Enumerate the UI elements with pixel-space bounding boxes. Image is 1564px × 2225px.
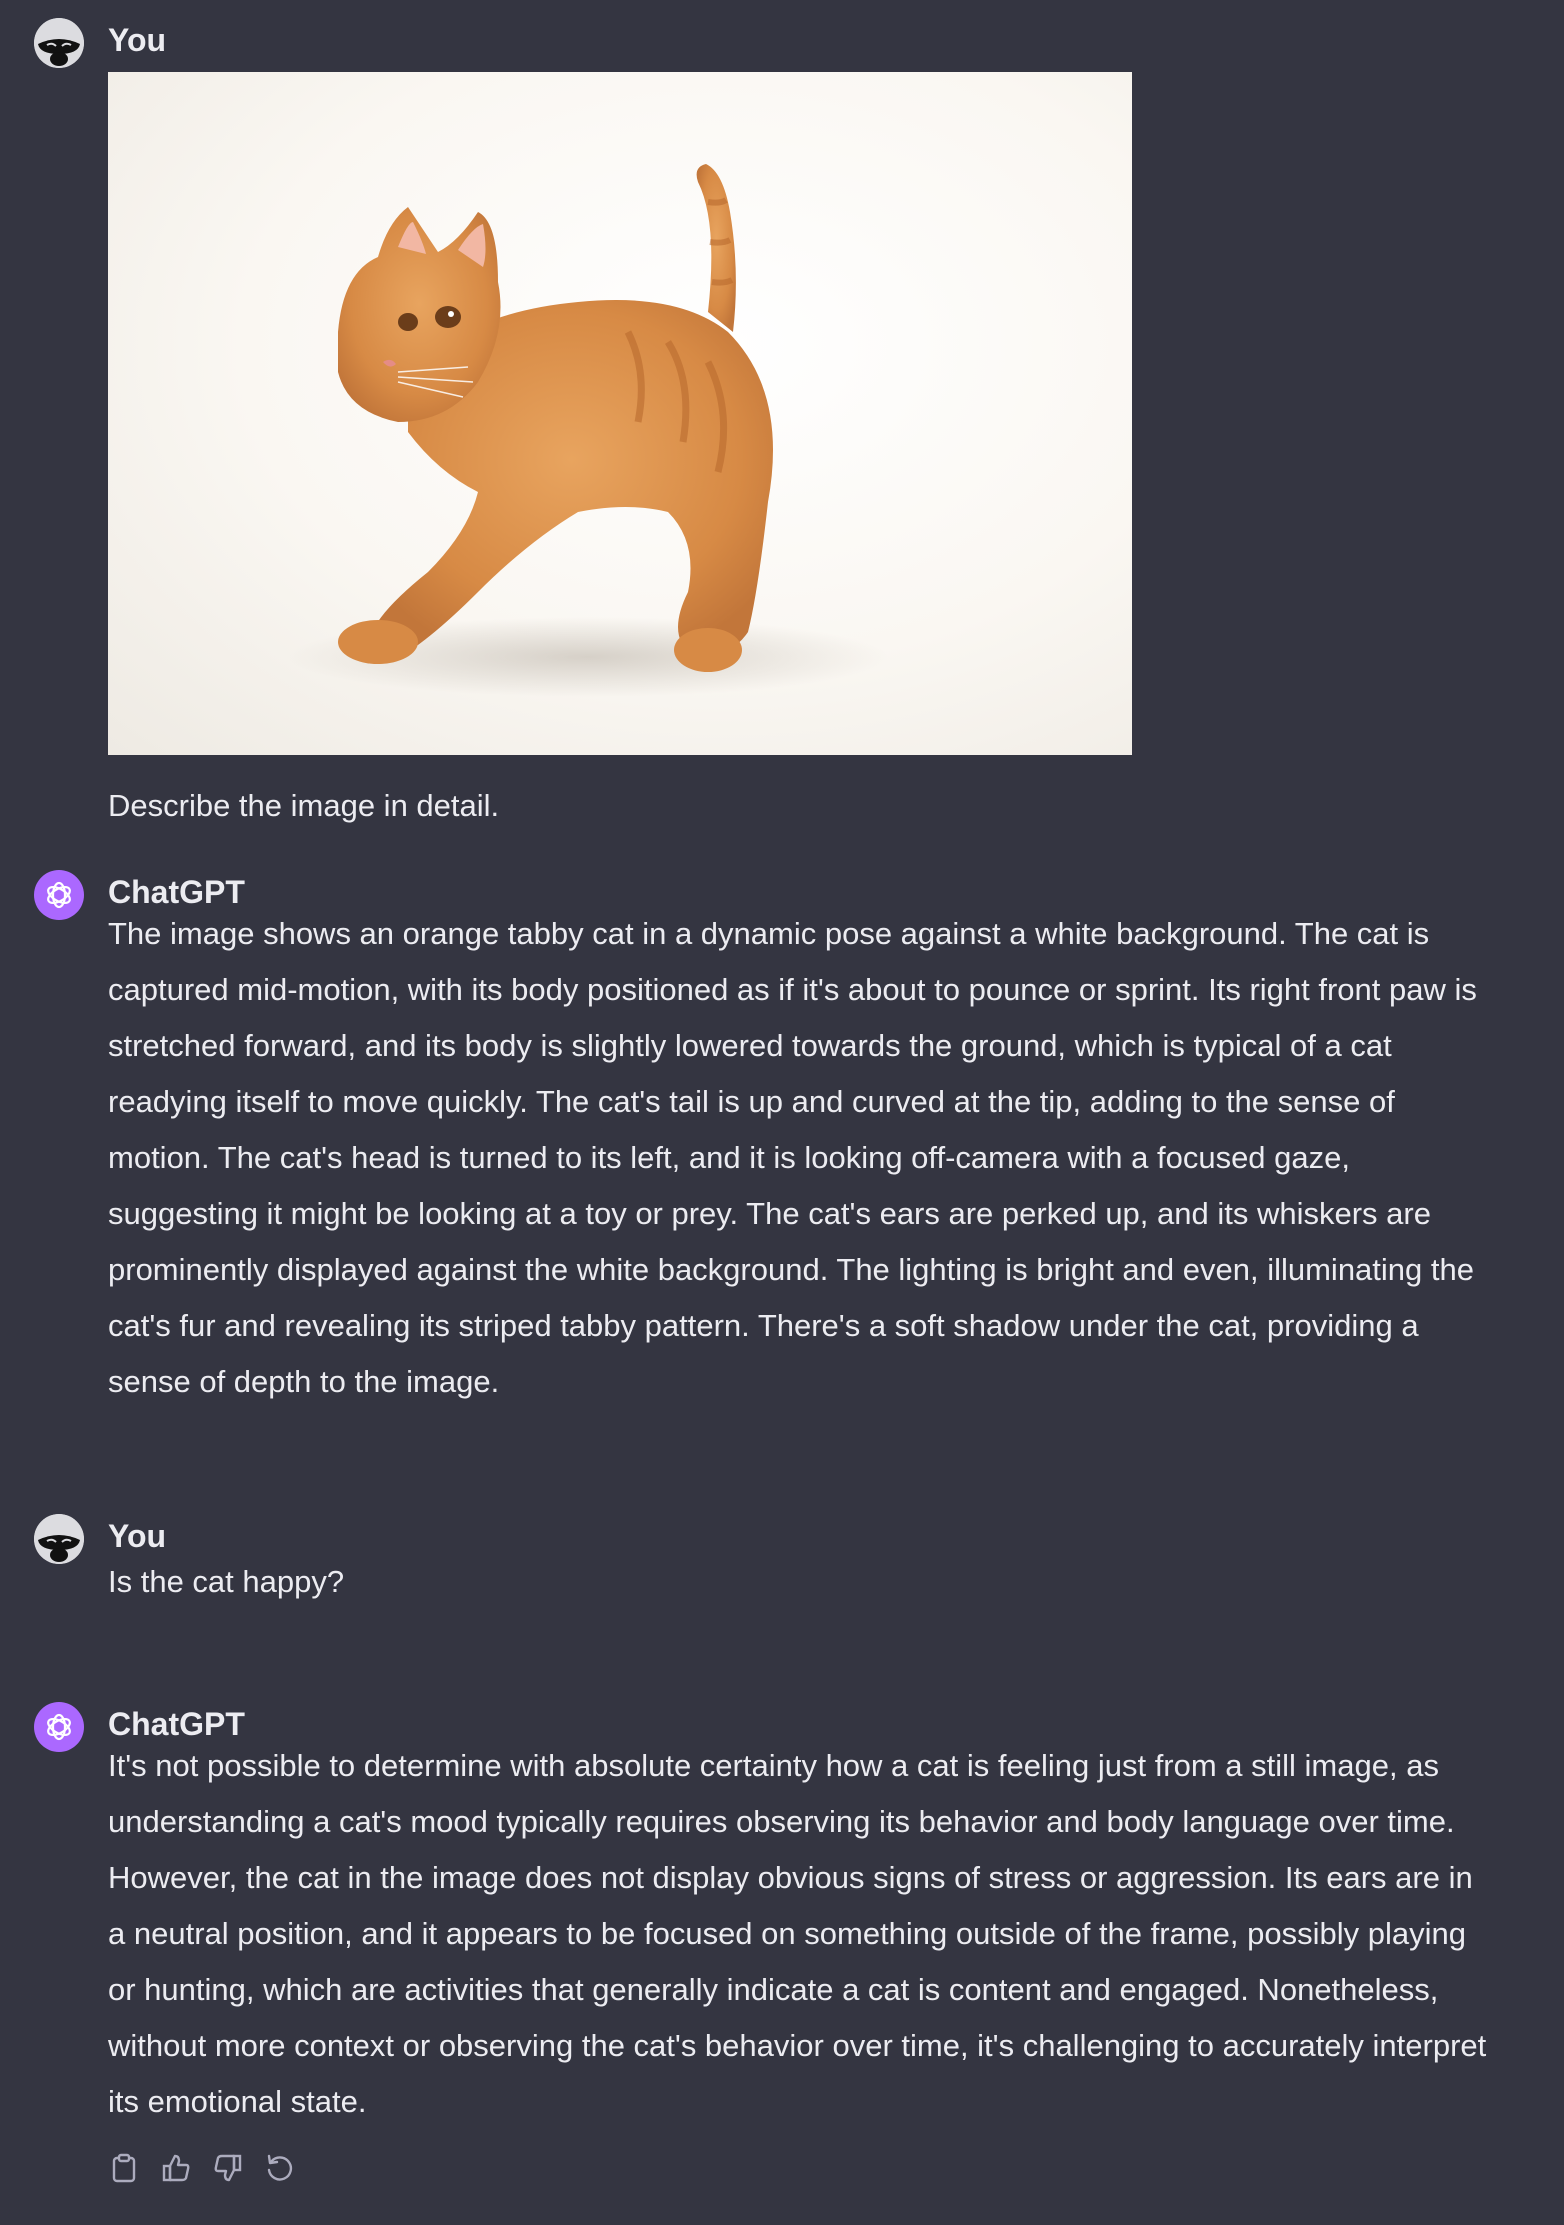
message-actions <box>108 2152 296 2184</box>
copy-button[interactable] <box>108 2152 140 2184</box>
message-author: You <box>108 1518 167 1554</box>
user-avatar <box>34 18 84 68</box>
thumbs-down-button[interactable] <box>212 2152 244 2184</box>
message-text: Describe the image in detail. <box>108 788 500 823</box>
message-text: The image shows an orange tabby cat in a… <box>108 916 1477 1399</box>
assistant-message-1: ChatGPT The image shows an orange tabby … <box>0 860 1564 1420</box>
regenerate-button[interactable] <box>264 2152 296 2184</box>
thumbs-down-icon <box>214 2154 242 2182</box>
user-avatar-icon <box>34 18 84 68</box>
clipboard-icon <box>112 2153 136 2183</box>
user-message-2: You Is the cat happy? <box>0 1510 1564 1630</box>
thumbs-up-button[interactable] <box>160 2152 192 2184</box>
user-avatar <box>34 1514 84 1564</box>
message-author: You <box>108 22 167 58</box>
openai-logo-icon <box>47 881 71 909</box>
user-avatar-icon <box>34 1514 84 1564</box>
uploaded-cat-image[interactable] <box>108 72 1132 755</box>
assistant-message-2: ChatGPT It's not possible to determine w… <box>0 1692 1564 2222</box>
chatgpt-avatar <box>34 1702 84 1752</box>
chatgpt-avatar <box>34 870 84 920</box>
cat-photo-illustration <box>288 164 888 697</box>
message-text: It's not possible to determine with abso… <box>108 1748 1487 2119</box>
openai-logo-icon <box>47 1713 71 1741</box>
message-text: Is the cat happy? <box>108 1564 345 1599</box>
regenerate-icon <box>267 2154 293 2181</box>
thumbs-up-icon <box>162 2154 190 2182</box>
user-message-1: You Describe the image in detail. <box>0 0 1564 840</box>
